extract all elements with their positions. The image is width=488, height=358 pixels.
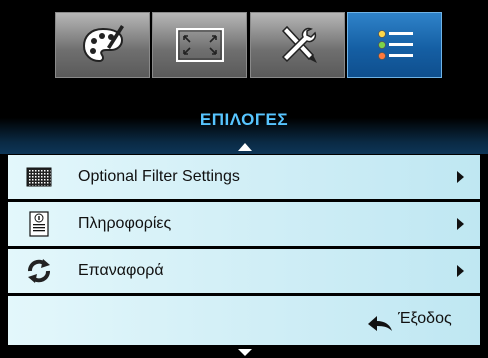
tools-icon — [281, 25, 317, 63]
menu-tab-bar — [0, 0, 488, 88]
submenu-arrow-icon — [457, 265, 464, 277]
filter-icon — [26, 167, 52, 187]
menu-item-information[interactable]: Πληροφορίες — [8, 202, 480, 246]
options-list-icon — [377, 30, 413, 60]
submenu-arrow-icon — [457, 171, 464, 183]
menu-item-reset[interactable]: Επαναφορά — [8, 249, 480, 293]
menu-item-optional-filter-settings[interactable]: Optional Filter Settings — [8, 155, 480, 199]
exit-button[interactable]: Έξοδος — [398, 310, 452, 328]
info-document-icon — [29, 211, 49, 237]
tab-options[interactable] — [347, 12, 442, 78]
screen-resize-icon — [175, 28, 224, 62]
menu-item-label: Optional Filter Settings — [78, 168, 240, 185]
options-menu: Optional Filter Settings Πληροφορίες Επα… — [8, 155, 480, 348]
menu-item-label: Επαναφορά — [78, 262, 164, 279]
page-title: ΕΠΙΛΟΓΕΣ — [199, 110, 289, 129]
tab-setup[interactable] — [250, 12, 345, 78]
scroll-up-icon[interactable] — [238, 143, 252, 151]
scroll-down-icon[interactable] — [238, 349, 252, 356]
menu-item-label: Πληροφορίες — [78, 215, 172, 232]
return-arrow-icon[interactable] — [366, 312, 394, 334]
reset-arrows-icon — [28, 259, 50, 283]
submenu-arrow-icon — [457, 218, 464, 230]
tab-picture[interactable] — [55, 12, 150, 78]
tab-display[interactable] — [152, 12, 247, 78]
palette-icon — [82, 25, 124, 63]
exit-row: Έξοδος — [8, 296, 480, 348]
